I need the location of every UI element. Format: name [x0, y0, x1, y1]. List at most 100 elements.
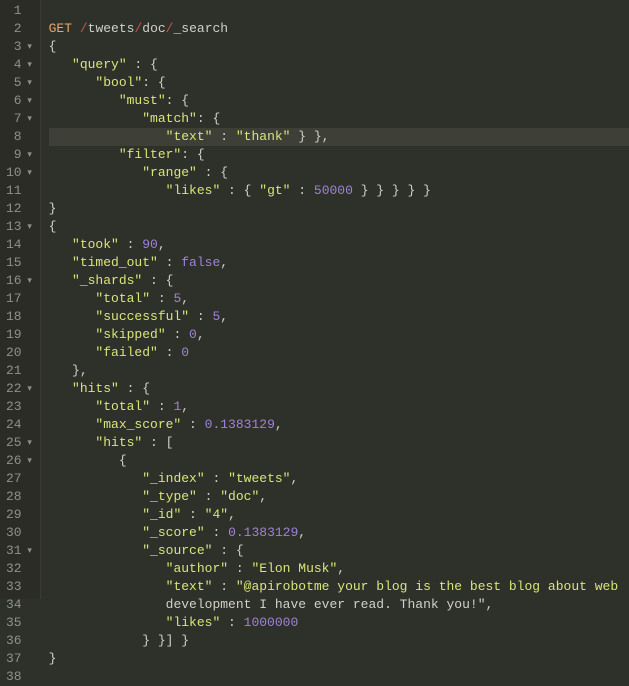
token-pun: ,: [228, 507, 236, 522]
token-pun: :: [197, 489, 220, 504]
code-line: "_type" : "doc",: [49, 488, 629, 506]
code-line: {: [49, 452, 629, 470]
token-pun: ,: [486, 597, 494, 612]
code-line: "_id" : "4",: [49, 506, 629, 524]
token-pun: ,: [275, 417, 283, 432]
code-line: "_index" : "tweets",: [49, 470, 629, 488]
token-pun: :: [119, 237, 142, 252]
line-number: 6▾: [6, 92, 34, 110]
token-pun: ,: [197, 327, 205, 342]
token-pun: ,: [337, 561, 345, 576]
code-editor[interactable]: 123▾4▾5▾6▾7▾89▾10▾111213▾141516▾17181920…: [0, 0, 629, 599]
code-line: [49, 668, 629, 686]
token-pun: : {: [181, 147, 204, 162]
token-key: "took": [72, 237, 119, 252]
token-bool: false: [181, 255, 220, 270]
token-pun: : {: [197, 165, 228, 180]
line-number: 35: [6, 614, 34, 632]
fold-icon[interactable]: ▾: [26, 164, 34, 182]
token-pun: :: [212, 129, 235, 144]
token-pun: :: [181, 507, 204, 522]
token-num: 50000: [314, 183, 353, 198]
fold-icon[interactable]: ▾: [26, 110, 34, 128]
token-pun: :: [150, 291, 173, 306]
line-number: 5▾: [6, 74, 34, 92]
line-number: 15: [6, 254, 34, 272]
token-pun: :: [158, 345, 181, 360]
line-number: 22▾: [6, 380, 34, 398]
token-txt: development I have ever read. Thank you!…: [166, 597, 486, 612]
fold-icon[interactable]: ▾: [26, 452, 34, 470]
token-pun: }: [49, 651, 57, 666]
token-pun: :: [205, 471, 228, 486]
token-pun: : {: [212, 543, 243, 558]
fold-icon[interactable]: ▾: [26, 92, 34, 110]
token-pun: } },: [290, 129, 329, 144]
token-pun: ,: [290, 471, 298, 486]
line-number: 4▾: [6, 56, 34, 74]
token-pun: } }] }: [142, 633, 189, 648]
token-str: "doc": [220, 489, 259, 504]
line-number: 23: [6, 398, 34, 416]
token-key: "query": [72, 57, 127, 72]
code-line: "total" : 1,: [49, 398, 629, 416]
token-key: "_id": [142, 507, 181, 522]
line-number: 17: [6, 290, 34, 308]
path-segment: doc: [142, 21, 165, 36]
token-key: "_shards": [72, 273, 142, 288]
token-num: 1000000: [244, 615, 299, 630]
token-pun: : {: [197, 111, 220, 126]
token-pun: {: [49, 39, 57, 54]
token-key: "gt": [259, 183, 290, 198]
fold-icon[interactable]: ▾: [26, 146, 34, 164]
token-key: "skipped": [95, 327, 165, 342]
token-pun: :: [228, 561, 251, 576]
http-method: GET: [49, 21, 72, 36]
code-line: [49, 2, 629, 20]
token-pun: },: [72, 363, 88, 378]
fold-icon[interactable]: ▾: [26, 56, 34, 74]
token-pun: :: [212, 579, 235, 594]
line-number: 14: [6, 236, 34, 254]
token-pun: :: [205, 525, 228, 540]
token-key: "_source": [142, 543, 212, 558]
line-number: 31▾: [6, 542, 34, 560]
line-number: 2: [6, 20, 34, 38]
token-key: "_index": [142, 471, 204, 486]
token-pun: ,: [158, 237, 166, 252]
token-pun: ,: [181, 399, 189, 414]
line-number: 13▾: [6, 218, 34, 236]
code-line: "author" : "Elon Musk",: [49, 560, 629, 578]
token-pun: : {: [142, 75, 165, 90]
fold-icon[interactable]: ▾: [26, 380, 34, 398]
code-line: "text" : "thank" } },: [49, 128, 629, 146]
token-key: "successful": [95, 309, 189, 324]
fold-icon[interactable]: ▾: [26, 272, 34, 290]
line-number: 1: [6, 2, 34, 20]
token-pun: :: [158, 255, 181, 270]
code-line: "likes" : 1000000: [49, 614, 629, 632]
line-number-gutter: 123▾4▾5▾6▾7▾89▾10▾111213▾141516▾17181920…: [0, 0, 41, 599]
fold-icon[interactable]: ▾: [26, 74, 34, 92]
code-line: "_shards" : {: [49, 272, 629, 290]
token-key: "_type": [142, 489, 197, 504]
code-area[interactable]: GET /tweets/doc/_search{ "query" : { "bo…: [41, 0, 629, 599]
line-number: 8: [6, 128, 34, 146]
line-number: 18: [6, 308, 34, 326]
token-pun: : {: [166, 93, 189, 108]
fold-icon[interactable]: ▾: [26, 434, 34, 452]
line-number: 7▾: [6, 110, 34, 128]
code-line: "successful" : 5,: [49, 308, 629, 326]
token-pun: : {: [127, 57, 158, 72]
line-number: 28: [6, 488, 34, 506]
token-str: "thank": [236, 129, 291, 144]
token-pun: :: [181, 417, 204, 432]
token-num: 0.1383129: [205, 417, 275, 432]
fold-icon[interactable]: ▾: [26, 542, 34, 560]
line-number: 37: [6, 650, 34, 668]
fold-icon[interactable]: ▾: [26, 38, 34, 56]
code-line: "range" : {: [49, 164, 629, 182]
fold-icon[interactable]: ▾: [26, 218, 34, 236]
code-line: } }] }: [49, 632, 629, 650]
token-key: "failed": [95, 345, 157, 360]
